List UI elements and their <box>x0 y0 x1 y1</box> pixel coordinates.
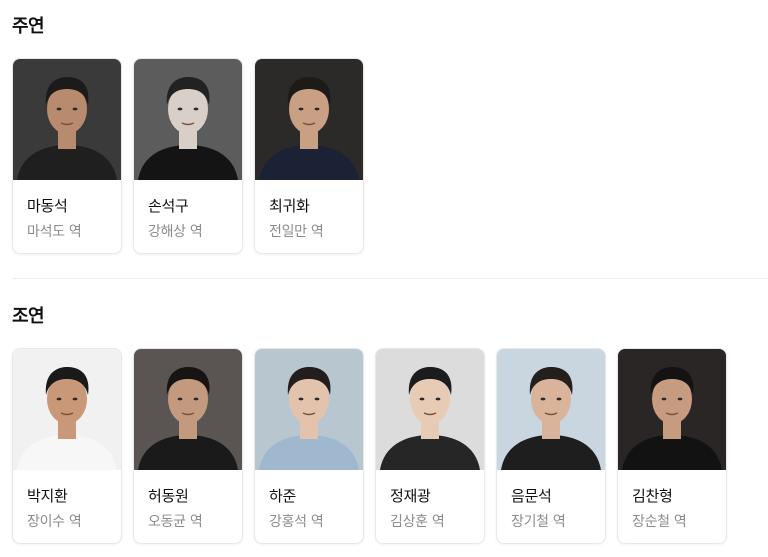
role-name: 김상훈 역 <box>390 514 445 530</box>
section-divider <box>12 278 768 279</box>
actor-photo <box>376 349 484 470</box>
main-cast-title: 주연 <box>12 16 45 37</box>
actor-name: 박지환 <box>27 487 68 505</box>
cast-card-text: 손석구강해상 역 <box>148 196 203 241</box>
supporting-cast-list: 박지환 장이수 역 허동원 오동균 역 하준 강홍석 역 정재광 김상훈 역 음문석 장기철 역김… <box>12 348 727 544</box>
actor-name: 허동원 <box>148 487 189 505</box>
actor-photo-image <box>13 349 121 470</box>
cast-card[interactable]: 박지환장이수 역 <box>12 348 122 544</box>
role-name: 장순철 역 <box>632 514 687 530</box>
actor-photo <box>618 349 726 470</box>
cast-card[interactable]: 정재광김상훈 역 <box>375 348 485 544</box>
role-name: 전일만 역 <box>269 224 324 240</box>
actor-name: 마동석 <box>27 197 68 215</box>
actor-photo <box>13 59 121 180</box>
actor-photo <box>255 59 363 180</box>
actor-photo-image <box>497 349 605 470</box>
main-cast-list: 마동석마석도 역 손석구강해상 역 최귀화전일만 역 <box>12 58 364 254</box>
role-name: 강해상 역 <box>148 224 203 240</box>
cast-card[interactable]: 허동원오동균 역 <box>133 348 243 544</box>
cast-card-text: 최귀화전일만 역 <box>269 196 324 241</box>
role-name: 강홍석 역 <box>269 514 324 530</box>
actor-name: 김찬형 <box>632 487 673 505</box>
role-name: 장기철 역 <box>511 514 566 530</box>
role-name: 장이수 역 <box>27 514 82 530</box>
actor-photo-image <box>255 349 363 470</box>
actor-name: 최귀화 <box>269 197 310 215</box>
cast-card-text: 음문석장기철 역 <box>511 486 566 531</box>
actor-name: 정재광 <box>390 487 431 505</box>
cast-card-text: 하준강홍석 역 <box>269 486 324 531</box>
role-name: 마석도 역 <box>27 224 82 240</box>
actor-photo <box>134 59 242 180</box>
cast-card-text: 정재광김상훈 역 <box>390 486 445 531</box>
actor-name: 하준 <box>269 487 297 505</box>
cast-card-text: 김찬형장순철 역 <box>632 486 687 531</box>
cast-card[interactable]: 음문석장기철 역 <box>496 348 606 544</box>
cast-card-text: 마동석마석도 역 <box>27 196 82 241</box>
cast-card-text: 허동원오동균 역 <box>148 486 203 531</box>
cast-card[interactable]: 마동석마석도 역 <box>12 58 122 254</box>
actor-photo <box>13 349 121 470</box>
actor-photo-image <box>618 349 726 470</box>
actor-photo-image <box>134 349 242 470</box>
actor-name: 음문석 <box>511 487 552 505</box>
cast-card[interactable]: 손석구강해상 역 <box>133 58 243 254</box>
actor-photo <box>134 349 242 470</box>
actor-photo <box>497 349 605 470</box>
actor-photo-image <box>13 59 121 180</box>
cast-card-text: 박지환장이수 역 <box>27 486 82 531</box>
cast-card[interactable]: 최귀화전일만 역 <box>254 58 364 254</box>
cast-card[interactable]: 하준강홍석 역 <box>254 348 364 544</box>
actor-name: 손석구 <box>148 197 189 215</box>
actor-photo-image <box>376 349 484 470</box>
supporting-cast-title: 조연 <box>12 306 45 327</box>
cast-card[interactable]: 김찬형장순철 역 <box>617 348 727 544</box>
role-name: 오동균 역 <box>148 514 203 530</box>
actor-photo <box>255 349 363 470</box>
actor-photo-image <box>134 59 242 180</box>
actor-photo-image <box>255 59 363 180</box>
